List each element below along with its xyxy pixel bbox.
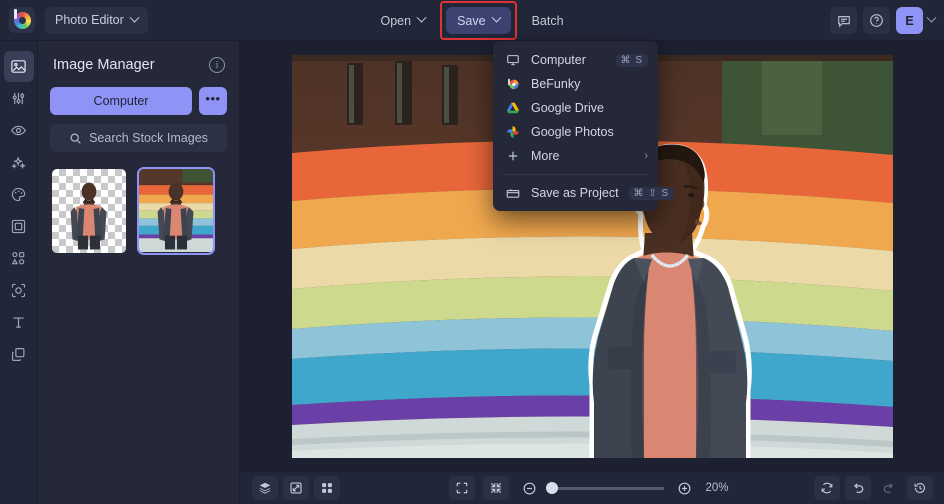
history-icon[interactable] — [907, 476, 933, 500]
sidebar-item-artsy[interactable] — [4, 179, 34, 210]
monitor-icon — [505, 53, 521, 67]
undo-icon[interactable] — [845, 476, 871, 500]
chevron-down-icon — [129, 12, 140, 23]
search-icon — [69, 132, 82, 145]
redo-icon[interactable] — [876, 476, 902, 500]
computer-label: Computer — [93, 94, 149, 108]
left-tool-rail — [0, 41, 38, 504]
layers-stack-icon[interactable] — [252, 476, 278, 500]
sidebar-item-layers[interactable] — [4, 339, 34, 370]
sidebar-item-frames[interactable] — [4, 211, 34, 242]
menu-label: Save as Project — [531, 186, 619, 200]
bottom-toolbar: 20% — [240, 471, 944, 504]
more-label: ••• — [205, 91, 221, 106]
google-photos-icon — [505, 125, 521, 139]
save-button[interactable]: Save — [446, 7, 511, 34]
chevron-down-icon[interactable] — [926, 12, 937, 23]
grid-icon[interactable] — [314, 476, 340, 500]
image-manager-panel: Image Manager i Computer ••• Search Stoc… — [38, 41, 240, 504]
thumbnail-list — [50, 167, 227, 255]
page-title: Image Manager — [53, 57, 155, 73]
avatar-initial: E — [905, 13, 914, 28]
search-stock-images-button[interactable]: Search Stock Images — [50, 124, 227, 152]
save-dropdown-menu: Computer ⌘ S BeFunky Google Drive Google… — [493, 41, 675, 211]
source-buttons-row: Computer ••• — [50, 87, 227, 115]
menu-item-more[interactable]: More › — [493, 144, 658, 168]
menu-item-befunky[interactable]: BeFunky — [493, 72, 658, 96]
minus-circle-icon[interactable] — [517, 476, 543, 500]
open-button[interactable]: Open — [369, 7, 436, 34]
menu-label: Google Photos — [531, 125, 614, 139]
menu-divider — [503, 174, 648, 175]
rainbow-thumbnail[interactable] — [137, 167, 215, 255]
chevron-right-icon: › — [644, 150, 648, 162]
plus-circle-icon[interactable] — [672, 476, 698, 500]
save-label: Save — [457, 13, 486, 28]
zoom-level-label: 20% — [705, 482, 729, 494]
menu-item-google-drive[interactable]: Google Drive — [493, 96, 658, 120]
sidebar-item-edit[interactable] — [4, 83, 34, 114]
plus-icon — [505, 149, 521, 163]
save-button-wrapper: Save — [440, 1, 517, 40]
panel-header: Image Manager i — [53, 57, 225, 73]
sidebar-item-touch-up[interactable] — [4, 115, 34, 146]
folder-icon — [505, 186, 521, 200]
shortcut-badge: ⌘ ⇧ S — [628, 186, 675, 200]
chevron-down-icon — [491, 12, 502, 23]
mode-selector-button[interactable]: Photo Editor — [45, 6, 148, 34]
menu-item-google-photos[interactable]: Google Photos — [493, 120, 658, 144]
sidebar-item-image-manager[interactable] — [3, 51, 34, 82]
open-label: Open — [380, 13, 412, 28]
collapse-icon[interactable] — [482, 476, 509, 500]
sidebar-item-graphics[interactable] — [4, 243, 34, 274]
batch-label: Batch — [531, 13, 564, 28]
help-icon[interactable] — [863, 7, 890, 34]
computer-button[interactable]: Computer — [50, 87, 192, 115]
transform-icon[interactable] — [283, 476, 309, 500]
menu-label: BeFunky — [531, 77, 581, 91]
zoom-slider-knob[interactable] — [545, 482, 558, 494]
menu-label: More — [531, 149, 560, 163]
menu-label: Computer — [531, 53, 586, 67]
chat-icon[interactable] — [830, 7, 857, 34]
avatar[interactable]: E — [896, 7, 923, 34]
sidebar-item-overlays[interactable] — [4, 275, 34, 306]
bottom-right-tools — [814, 476, 933, 500]
shortcut-badge: ⌘ S — [615, 53, 648, 67]
mode-label: Photo Editor — [55, 13, 124, 27]
more-sources-button[interactable]: ••• — [199, 87, 227, 115]
menu-item-save-as-project[interactable]: Save as Project ⌘ ⇧ S — [493, 181, 675, 205]
cutout-thumbnail[interactable] — [50, 167, 128, 255]
top-toolbar: Photo Editor Open Save Batch E — [0, 0, 944, 41]
expand-icon[interactable] — [448, 476, 475, 500]
sidebar-item-effects[interactable] — [4, 147, 34, 178]
search-label: Search Stock Images — [89, 131, 208, 145]
toolbar-right-group: E — [830, 0, 937, 41]
menu-item-computer[interactable]: Computer ⌘ S — [493, 48, 658, 72]
befunky-icon — [505, 77, 521, 91]
zoom-slider[interactable] — [545, 482, 664, 494]
bottom-left-tools — [252, 476, 340, 500]
app-root: Photo Editor Open Save Batch E Image Man… — [0, 0, 944, 504]
chevron-down-icon — [416, 12, 427, 23]
sidebar-item-text[interactable] — [4, 307, 34, 338]
befunky-logo-icon[interactable] — [9, 7, 35, 33]
info-icon[interactable]: i — [209, 57, 225, 73]
refresh-icon[interactable] — [814, 476, 840, 500]
batch-button[interactable]: Batch — [521, 7, 575, 34]
google-drive-icon — [505, 101, 521, 115]
menu-label: Google Drive — [531, 101, 604, 115]
